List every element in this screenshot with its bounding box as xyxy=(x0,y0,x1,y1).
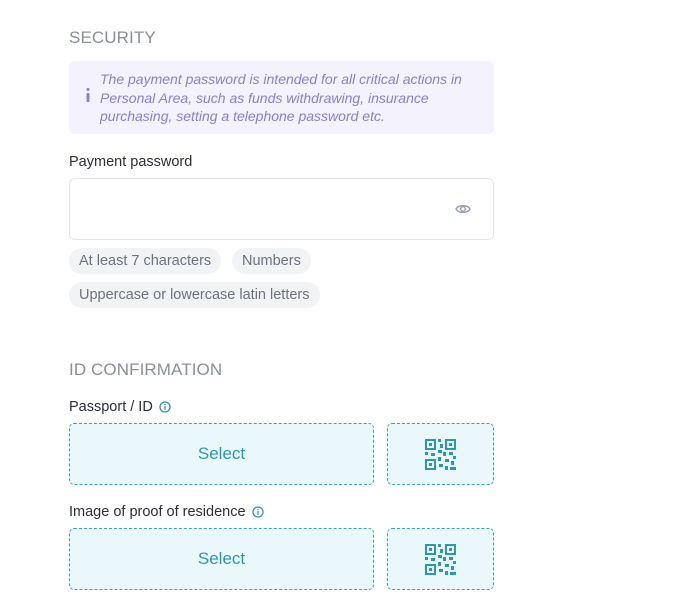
id-confirmation-section-title: ID CONFIRMATION xyxy=(69,360,223,379)
passport-label-text: Passport / ID xyxy=(69,399,153,415)
payment-password-label: Payment password xyxy=(69,154,192,170)
qr-code-icon xyxy=(425,543,456,575)
security-section-title: SECURITY xyxy=(69,28,156,47)
info-icon xyxy=(86,88,90,102)
passport-select-button[interactable]: Select xyxy=(69,423,374,485)
payment-password-info-text: The payment password is intended for all… xyxy=(100,71,462,124)
info-circle-icon[interactable] xyxy=(159,401,171,413)
residence-proof-label: Image of proof of residence xyxy=(69,504,264,520)
passport-select-label: Select xyxy=(197,444,246,463)
payment-password-info-box: The payment password is intended for all… xyxy=(69,61,494,134)
residence-proof-label-text: Image of proof of residence xyxy=(69,504,246,520)
eye-icon[interactable] xyxy=(455,203,471,215)
payment-password-input[interactable] xyxy=(82,179,446,241)
passport-label: Passport / ID xyxy=(69,399,171,415)
residence-qr-button[interactable] xyxy=(387,528,494,590)
payment-password-label-text: Payment password xyxy=(69,154,193,170)
residence-select-label: Select xyxy=(197,549,246,568)
residence-select-button[interactable]: Select xyxy=(69,528,374,590)
qr-code-icon xyxy=(425,438,456,470)
requirement-chip-letters: Uppercase or lowercase latin letters xyxy=(69,282,320,308)
info-circle-icon[interactable] xyxy=(251,506,264,518)
payment-password-field[interactable] xyxy=(69,178,494,241)
requirement-chip-numbers: Numbers xyxy=(232,248,311,274)
requirement-chip-length: At least 7 characters xyxy=(69,248,222,274)
passport-qr-button[interactable] xyxy=(387,423,494,485)
